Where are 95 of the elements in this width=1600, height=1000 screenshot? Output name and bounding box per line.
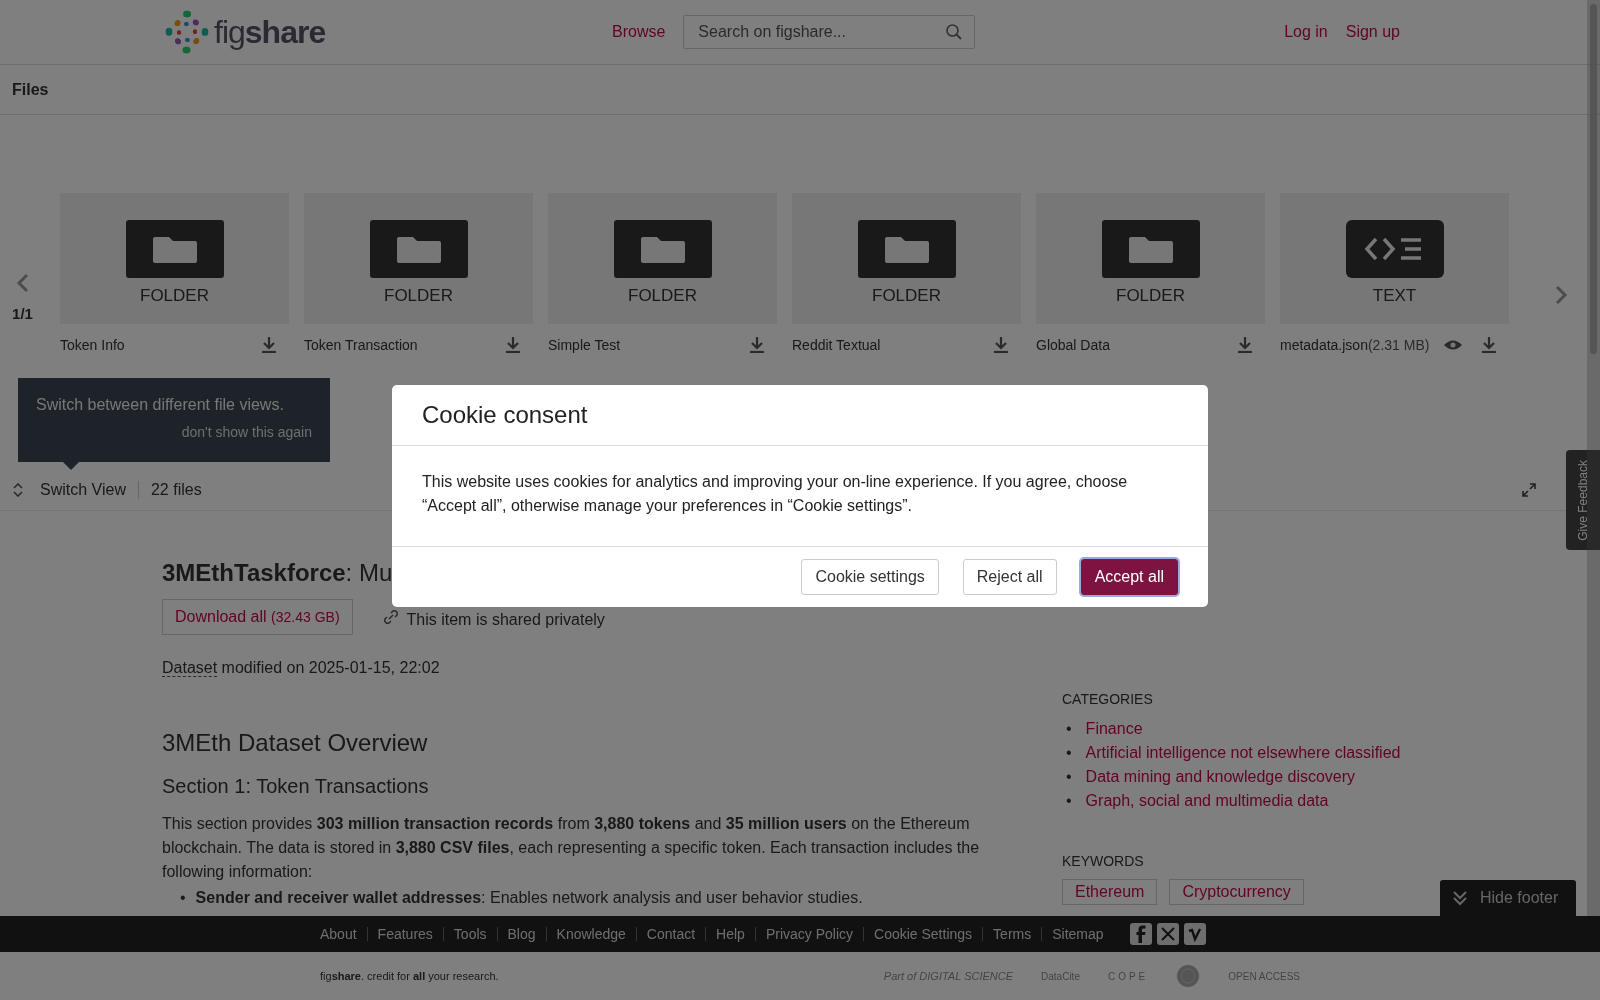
- keyword-tag[interactable]: Ethereum: [1062, 879, 1158, 905]
- footer-link[interactable]: Terms: [993, 926, 1032, 942]
- download-icon[interactable]: [1237, 336, 1253, 353]
- file-name[interactable]: Token Info: [60, 336, 125, 353]
- feedback-tab[interactable]: Give Feedback: [1566, 450, 1600, 550]
- category-link[interactable]: Data mining and knowledge discovery: [1085, 765, 1356, 789]
- file-name[interactable]: Simple Test: [548, 336, 621, 353]
- footer-link[interactable]: Cookie Settings: [874, 926, 973, 942]
- expand-icon[interactable]: [1522, 483, 1536, 497]
- file-count: 22 files: [150, 481, 202, 499]
- sharing-status: This item is shared privately: [406, 610, 605, 629]
- footer-link[interactable]: Tools: [453, 926, 487, 942]
- footer-link[interactable]: Sitemap: [1052, 926, 1104, 942]
- categories-heading: CATEGORIES: [1062, 691, 1154, 707]
- file-tile[interactable]: FOLDER: [1036, 193, 1265, 324]
- file-name[interactable]: metadata.json(2.31 MB): [1280, 336, 1430, 353]
- file-type-label: FOLDER: [628, 286, 697, 306]
- partner-logo[interactable]: COPE: [1107, 970, 1149, 982]
- auth-link[interactable]: Sign up: [1345, 23, 1400, 41]
- search-field[interactable]: Search on figshare...: [683, 15, 976, 49]
- download-icon[interactable]: [749, 336, 765, 353]
- footer-link[interactable]: Help: [716, 926, 745, 942]
- files-heading: Files: [12, 80, 49, 99]
- file-type-label: TEXT: [1372, 286, 1417, 306]
- file-name[interactable]: Global Data: [1036, 336, 1110, 353]
- page-indicator: 1/1: [12, 305, 33, 322]
- footer-link[interactable]: About: [320, 926, 357, 942]
- switch-icon[interactable]: [12, 483, 24, 497]
- switch-view-button[interactable]: Switch View: [40, 481, 126, 499]
- double-chevron-icon: [1452, 890, 1468, 906]
- folder-icon: [857, 220, 956, 278]
- folder-icon: [1101, 220, 1200, 278]
- modified-date: modified on 2025-01-15, 22:02: [221, 659, 440, 676]
- footer-link[interactable]: Blog: [507, 926, 536, 942]
- description-paragraph: This section provides 303 million transaction records from 3,880 tokens and 35 million users on the Ethereum blockchain. The data is stored in 3,880 CSV files, each representing a specific token. Each transaction includes the following information:: [162, 814, 981, 882]
- download-icon[interactable]: [1481, 336, 1497, 353]
- dialog-message: This website uses cookies for analytics and improving your on-line experience. If you agree, choose “Accept all”, otherwise manage your preferences in “Cookie settings”.: [422, 472, 1129, 516]
- file-type-label: FOLDER: [384, 286, 453, 306]
- file-tile[interactable]: FOLDER: [792, 193, 1021, 324]
- bullet-marker: •: [1066, 719, 1072, 739]
- folder-icon: [613, 220, 712, 278]
- dialog-button[interactable]: Reject all: [962, 559, 1057, 595]
- item-type: Dataset: [162, 659, 218, 677]
- facebook-icon[interactable]: [1129, 923, 1152, 945]
- category-link[interactable]: Artificial intelligence not elsewhere classified: [1085, 741, 1401, 765]
- file-type-label: FOLDER: [872, 286, 941, 306]
- category-link[interactable]: Finance: [1085, 717, 1143, 741]
- tooltip-text: Switch between different file views.: [36, 396, 285, 414]
- footer-link[interactable]: Knowledge: [556, 926, 626, 942]
- folder-icon: [369, 220, 468, 278]
- bullet-marker: •: [180, 888, 186, 908]
- folder-icon: [125, 220, 224, 278]
- file-tile[interactable]: FOLDER: [304, 193, 533, 324]
- file-type-label: FOLDER: [140, 286, 209, 306]
- vimeo-icon[interactable]: [1183, 923, 1206, 945]
- footer-link[interactable]: Features: [377, 926, 433, 942]
- subsection-heading: Section 1: Token Transactions: [162, 775, 430, 798]
- browse-link[interactable]: Browse: [612, 23, 666, 41]
- bullet-marker: •: [1066, 743, 1072, 763]
- file-name[interactable]: Token Transaction: [304, 336, 418, 353]
- partner-logo[interactable]: DataCite: [1041, 970, 1080, 982]
- bullet-marker: •: [1066, 767, 1072, 787]
- auth-link[interactable]: Log in: [1284, 23, 1328, 41]
- keywords-heading: KEYWORDS: [1062, 853, 1145, 869]
- download-icon[interactable]: [261, 336, 277, 353]
- file-name[interactable]: Reddit Textual: [792, 336, 881, 353]
- eye-icon[interactable]: [1443, 338, 1463, 351]
- keyword-tag[interactable]: Cryptocurrency: [1169, 879, 1304, 905]
- scrollbar[interactable]: [1587, 0, 1600, 916]
- hide-footer-button[interactable]: Hide footer: [1440, 880, 1576, 916]
- link-icon: [382, 609, 399, 625]
- search-icon[interactable]: [945, 23, 964, 41]
- footer-link[interactable]: Contact: [646, 926, 696, 942]
- file-tile[interactable]: TEXT: [1280, 193, 1509, 324]
- download-icon[interactable]: [505, 336, 521, 353]
- file-tile[interactable]: FOLDER: [548, 193, 777, 324]
- file-tile[interactable]: FOLDER: [60, 193, 289, 324]
- accept-button[interactable]: Accept all: [1080, 559, 1178, 595]
- footer-link[interactable]: Privacy Policy: [765, 926, 854, 942]
- description-bullet: Sender and receiver wallet addresses: Enables network analysis and user behavior studies.: [195, 888, 863, 908]
- dialog-title: Cookie consent: [422, 401, 588, 428]
- section-heading: 3MEth Dataset Overview: [162, 729, 429, 757]
- x-icon[interactable]: [1156, 923, 1179, 945]
- bullet-marker: •: [1066, 791, 1072, 811]
- dismiss-link[interactable]: don't show this again: [181, 424, 312, 440]
- tagline: figshare. credit for all your research.: [320, 970, 499, 982]
- download-all-button[interactable]: Download all (32.43 GB): [162, 599, 353, 635]
- partner-logo[interactable]: OPEN ACCESS: [1228, 970, 1300, 982]
- logo-wordmark[interactable]: figshare: [214, 13, 326, 51]
- dialog-button[interactable]: Cookie settings: [801, 559, 939, 595]
- category-link[interactable]: Graph, social and multimedia data: [1085, 789, 1329, 813]
- article-title: 3MEthTaskforce: Mu: [162, 559, 392, 587]
- code-icon: [1345, 220, 1444, 278]
- file-type-label: FOLDER: [1116, 286, 1185, 306]
- download-icon[interactable]: [993, 336, 1009, 353]
